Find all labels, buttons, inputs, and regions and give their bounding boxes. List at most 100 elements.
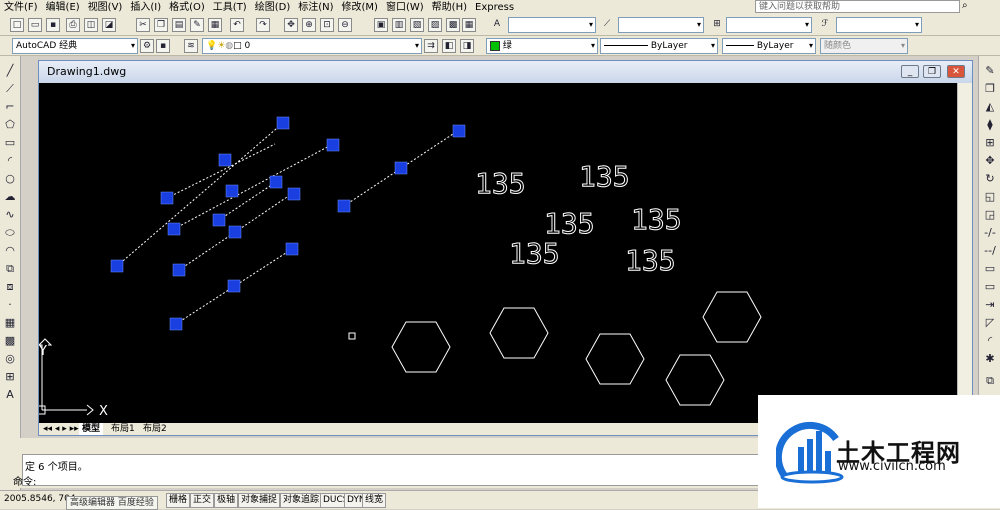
search-icon[interactable]: ⌕ xyxy=(962,0,968,11)
undo-icon[interactable]: ↶ xyxy=(230,18,244,32)
publish-icon[interactable]: ◪ xyxy=(102,18,116,32)
arc-icon[interactable]: ◜ xyxy=(3,154,17,168)
offset-icon[interactable]: ⧫ xyxy=(983,118,997,132)
tab-model[interactable]: 模型 xyxy=(79,423,104,435)
properties-icon[interactable]: ▣ xyxy=(374,18,388,32)
chamfer-icon[interactable]: ◸ xyxy=(983,316,997,330)
dimension-text[interactable]: 135 xyxy=(509,237,561,271)
text-style-icon[interactable]: A xyxy=(490,18,504,32)
block-editor-icon[interactable]: ▦ xyxy=(208,18,222,32)
cut-icon[interactable]: ✂ xyxy=(136,18,150,32)
menu-view[interactable]: 视图(V) xyxy=(84,1,127,15)
close-button[interactable]: ✕ xyxy=(947,65,965,78)
sheet-set-icon[interactable]: ▨ xyxy=(428,18,442,32)
polygon-icon[interactable]: ⬠ xyxy=(3,118,17,132)
ellipse-icon[interactable]: ⬭ xyxy=(3,226,17,240)
erase-icon[interactable]: ✎ xyxy=(983,64,997,78)
redo-icon[interactable]: ↷ xyxy=(256,18,270,32)
draw-order-icon[interactable]: ⧉ xyxy=(983,374,997,388)
restore-button[interactable]: ❐ xyxy=(923,65,941,78)
grip[interactable] xyxy=(110,259,124,273)
pan-icon[interactable]: ✥ xyxy=(284,18,298,32)
ellipse-arc-icon[interactable]: ◠ xyxy=(3,244,17,258)
multileader-style-select[interactable]: ▾ xyxy=(836,17,922,33)
preview-icon[interactable]: ◫ xyxy=(84,18,98,32)
plotstyle-select[interactable]: 随颜色 ▾ xyxy=(820,38,908,54)
ortho-button[interactable]: 极轴 xyxy=(214,493,239,508)
matchprop-icon[interactable]: ✎ xyxy=(190,18,204,32)
lineweight-select[interactable]: ByLayer ▾ xyxy=(722,38,816,54)
open-icon[interactable]: ▭ xyxy=(28,18,42,32)
point-icon[interactable]: · xyxy=(3,298,17,312)
dim-style-icon[interactable]: ⟋ xyxy=(600,18,614,32)
explode-icon[interactable]: ✱ xyxy=(983,352,997,366)
circle-icon[interactable]: ○ xyxy=(3,172,17,186)
fillet-icon[interactable]: ◜ xyxy=(983,334,997,348)
array-icon[interactable]: ⊞ xyxy=(983,136,997,150)
workspace-settings-icon[interactable]: ⚙ xyxy=(140,39,154,53)
color-select[interactable]: 绿 ▾ xyxy=(486,38,598,54)
hexagon[interactable] xyxy=(585,333,645,385)
polar-button[interactable]: 对象捕捉 xyxy=(238,493,281,508)
menu-file[interactable]: 文件(F) xyxy=(0,1,42,15)
markup-icon[interactable]: ▩ xyxy=(446,18,460,32)
menu-modify[interactable]: 修改(M) xyxy=(338,1,382,15)
tab-layout2[interactable]: 布局2 xyxy=(143,423,167,435)
menu-window[interactable]: 窗口(W) xyxy=(382,1,428,15)
dimension-text[interactable]: 135 xyxy=(625,244,677,278)
menu-tools[interactable]: 工具(T) xyxy=(209,1,251,15)
spline-icon[interactable]: ∿ xyxy=(3,208,17,222)
scale-icon[interactable]: ◱ xyxy=(983,190,997,204)
save-icon[interactable]: ▪ xyxy=(46,18,60,32)
dim-style-select[interactable]: ▾ xyxy=(618,17,704,33)
layer-select[interactable]: 💡☀◍□ 0 ▾ xyxy=(202,38,422,54)
text-style-select[interactable]: ▾ xyxy=(508,17,596,33)
minimize-button[interactable]: _ xyxy=(901,65,919,78)
revcloud-icon[interactable]: ☁ xyxy=(3,190,17,204)
zoom-window-icon[interactable]: ⊡ xyxy=(320,18,334,32)
move-icon[interactable]: ✥ xyxy=(983,154,997,168)
menu-edit[interactable]: 编辑(E) xyxy=(42,1,84,15)
dimension-text[interactable]: 135 xyxy=(631,203,683,237)
hexagon[interactable] xyxy=(391,321,451,373)
dimension-text[interactable]: 135 xyxy=(475,167,527,201)
paste-icon[interactable]: ▤ xyxy=(172,18,186,32)
polyline-icon[interactable]: ⌐ xyxy=(3,100,17,114)
insert-block-icon[interactable]: ⧉ xyxy=(3,262,17,276)
workspace-save-icon[interactable]: ▪ xyxy=(156,39,170,53)
menu-help[interactable]: 帮助(H) xyxy=(428,1,471,15)
copy-object-icon[interactable]: ❐ xyxy=(983,82,997,96)
stretch-icon[interactable]: ◲ xyxy=(983,208,997,222)
hexagon[interactable] xyxy=(489,307,549,359)
table-style-icon[interactable]: ⊞ xyxy=(710,18,724,32)
menu-express[interactable]: Express xyxy=(471,1,518,15)
layer-state-icon[interactable]: ◨ xyxy=(460,39,474,53)
trim-icon[interactable]: -/- xyxy=(983,226,997,240)
command-history[interactable]: 定 6 个项目。 命令: xyxy=(13,454,764,488)
table-style-select[interactable]: ▾ xyxy=(726,17,812,33)
linetype-select[interactable]: ByLayer ▾ xyxy=(600,38,718,54)
layer-previous-icon[interactable]: ◧ xyxy=(442,39,456,53)
menu-insert[interactable]: 插入(I) xyxy=(126,1,165,15)
menu-format[interactable]: 格式(O) xyxy=(165,1,209,15)
tab-layout1[interactable]: 布局1 xyxy=(111,423,135,435)
workspace-select[interactable]: AutoCAD 经典 ▾ xyxy=(12,38,138,54)
grid-button[interactable]: 正交 xyxy=(190,493,215,508)
line-icon[interactable]: ╱ xyxy=(3,64,17,78)
mirror-icon[interactable]: ◭ xyxy=(983,100,997,114)
calculator-icon[interactable]: ▦ xyxy=(462,18,476,32)
gradient-icon[interactable]: ▩ xyxy=(3,334,17,348)
lineweight-button[interactable]: 线宽 xyxy=(362,493,387,508)
dimension-text[interactable]: 135 xyxy=(544,207,596,241)
make-current-icon[interactable]: ⇉ xyxy=(424,39,438,53)
menu-dimension[interactable]: 标注(N) xyxy=(294,1,337,15)
mtext-icon[interactable]: A xyxy=(3,388,17,402)
copy-icon[interactable]: ❐ xyxy=(154,18,168,32)
hexagon[interactable] xyxy=(665,354,725,406)
rotate-icon[interactable]: ↻ xyxy=(983,172,997,186)
construction-line-icon[interactable]: ⟋ xyxy=(3,82,17,96)
make-block-icon[interactable]: ⧈ xyxy=(3,280,17,294)
rectangle-icon[interactable]: ▭ xyxy=(3,136,17,150)
osnap-button[interactable]: 对象追踪 xyxy=(280,493,323,508)
extend-icon[interactable]: --/ xyxy=(983,244,997,258)
